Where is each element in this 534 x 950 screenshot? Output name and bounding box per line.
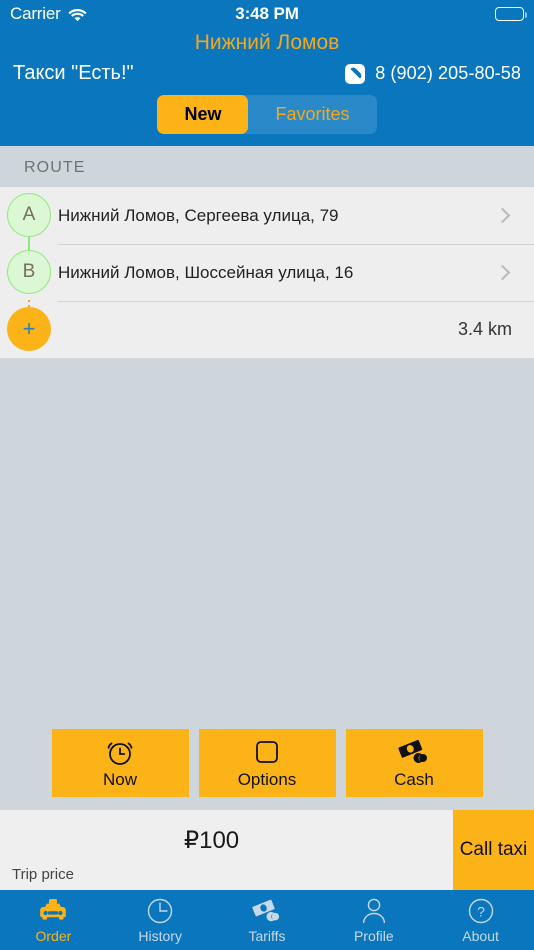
svg-text:?: ? [477,903,485,919]
call-taxi-button[interactable]: Call taxi [453,810,534,890]
tab-about-label: About [462,927,499,944]
tab-tariffs[interactable]: Tariffs [214,897,321,944]
square-outline-icon [252,737,282,767]
city-title: Нижний Ломов [194,31,340,54]
segmented-control-track: New Favorites [157,95,377,134]
app-root: Carrier 3:48 PM Нижний Ломов Такси "Есть… [0,0,534,950]
price-bar: ₽100 Trip price Call taxi [0,810,534,890]
tab-about[interactable]: ? About [427,897,534,944]
status-bar-left: Carrier [10,4,87,24]
now-button-label: Now [102,769,137,789]
route-list: A B + Нижний Ломов, Сергеева улица, 79 Н… [0,187,534,358]
taxi-icon [37,897,69,925]
now-button[interactable]: Now [51,729,189,797]
route-row-a[interactable]: Нижний Ломов, Сергеева улица, 79 [0,187,534,244]
phone-icon[interactable] [345,63,366,84]
clock-icon [146,897,174,925]
tab-tariffs-label: Tariffs [248,927,286,944]
status-bar-right [495,7,527,21]
phone-block[interactable]: 8 (902) 205-80-58 [345,63,521,84]
banknote-coins-icon [397,737,431,767]
options-button[interactable]: Options [198,729,336,797]
price-info: ₽100 Trip price [0,810,453,890]
route-address-b: Нижний Ломов, Шоссейная улица, 16 [58,262,354,282]
trip-price-label: Trip price [12,866,74,883]
tab-favorites[interactable]: Favorites [248,95,376,134]
tab-order-label: Order [35,927,72,944]
route-row-b[interactable]: Нижний Ломов, Шоссейная улица, 16 [0,244,534,301]
bottom-tab-bar: Order History Tariffs Profile ? About [0,890,534,950]
tab-history-label: History [138,927,182,944]
options-button-label: Options [237,769,297,789]
phone-number[interactable]: 8 (902) 205-80-58 [375,63,521,84]
wifi-icon [67,7,87,22]
brand-name: Такси "Есть!" [13,62,134,84]
chevron-right-icon [494,207,511,224]
person-icon [361,897,387,925]
brand-row: Такси "Есть!" 8 (902) 205-80-58 [0,62,534,91]
route-distance: 3.4 km [457,319,512,339]
map-area[interactable]: Now Options Cash [0,358,534,810]
route-address-a: Нижний Ломов, Сергеева улица, 79 [58,205,339,225]
tab-history[interactable]: History [107,897,214,944]
tab-profile-label: Profile [353,927,394,944]
banknote-coins-icon [251,897,283,925]
trip-price-value: ₽100 [183,827,240,854]
chevron-right-icon [494,264,511,281]
route-section-title: ROUTE [0,146,534,187]
cash-button-label: Cash [394,769,434,789]
tab-order[interactable]: Order [0,897,107,944]
app-header: Carrier 3:48 PM Нижний Ломов Такси "Есть… [0,0,534,146]
segmented-control: New Favorites [0,91,534,146]
carrier-label: Carrier [10,4,61,23]
route-row-distance: 3.4 km [0,301,534,358]
status-bar: Carrier 3:48 PM [0,0,534,28]
alarm-clock-icon [104,737,136,767]
battery-icon [495,7,527,21]
tab-new[interactable]: New [157,95,249,134]
action-button-row: Now Options Cash [0,729,534,797]
question-circle-icon: ? [467,897,495,925]
cash-button[interactable]: Cash [345,729,483,797]
tab-profile[interactable]: Profile [320,897,427,944]
